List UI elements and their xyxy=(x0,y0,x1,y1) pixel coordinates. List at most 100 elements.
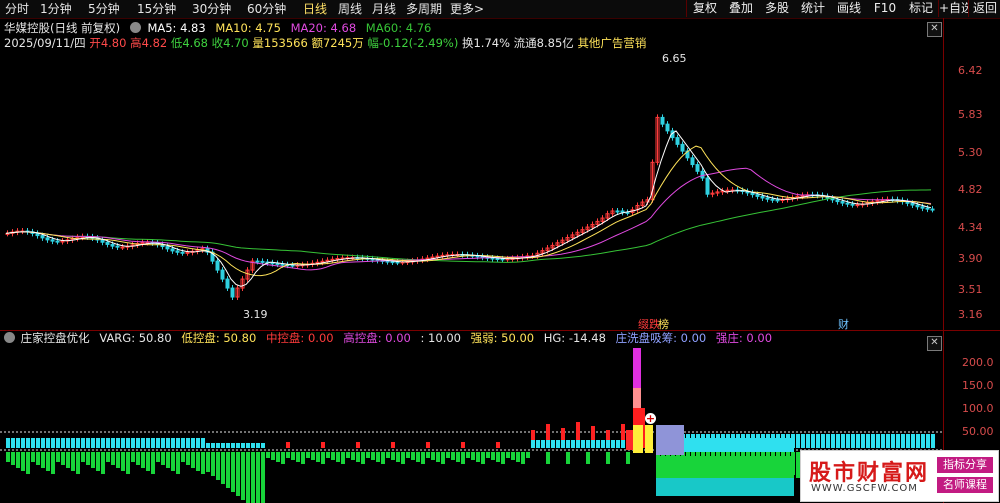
indicator-bar-down xyxy=(211,452,215,476)
price-tick: 3.90 xyxy=(958,252,983,265)
candle-body xyxy=(855,204,860,207)
indicator-bar-down xyxy=(161,452,165,465)
indicator-bar-down xyxy=(71,452,75,471)
candle-body xyxy=(40,235,45,239)
indicator-bar-up xyxy=(581,440,585,448)
indicator-bar-down xyxy=(346,452,350,458)
event-tag-c[interactable]: 财 xyxy=(838,316,849,332)
candle-body xyxy=(100,239,105,243)
event-tag-a[interactable]: 缀跌 xyxy=(638,316,660,332)
candle-body xyxy=(185,251,190,254)
candle-body xyxy=(175,250,180,253)
indicator-bar-up xyxy=(586,440,590,448)
indicator-bar-up xyxy=(561,440,565,448)
watermark-tag-courses: 名师课程 xyxy=(937,477,993,493)
indicator-bar-up xyxy=(261,443,265,448)
watermark-logo: 股市财富网 WWW.GSCFW.COM 指标分享 名师课程 xyxy=(800,450,999,502)
indicator-bar-down xyxy=(96,452,100,471)
event-tag-b[interactable]: 榜 xyxy=(658,316,669,332)
indicator-bar-red xyxy=(561,428,565,440)
indicator-bar-up xyxy=(816,434,820,448)
indicator-bar-up xyxy=(81,438,85,448)
indicator-bar-down xyxy=(216,452,220,480)
indicator-bar-red xyxy=(621,424,625,440)
indicator-bar-up xyxy=(141,438,145,448)
indicator-bar-red xyxy=(321,442,325,448)
indicator-bar-up xyxy=(51,438,55,448)
indicator-bar-up xyxy=(171,438,175,448)
crosshair-marker-icon[interactable]: + xyxy=(645,413,656,424)
stack-lavender xyxy=(656,425,684,455)
indicator-bar-down xyxy=(356,452,360,462)
indicator-bar-up xyxy=(181,438,185,448)
price-tick: 5.30 xyxy=(958,146,983,159)
indicator-bar-up xyxy=(891,434,895,448)
candle-body xyxy=(500,258,505,261)
candle-body xyxy=(390,261,395,264)
indicator-bar-up xyxy=(231,443,235,448)
indicator-bar-down xyxy=(626,452,630,464)
indicator-bar-down xyxy=(391,452,395,460)
candle-body xyxy=(760,195,765,199)
indicator-bar-down xyxy=(106,452,110,462)
indicator-bar-down xyxy=(546,452,550,464)
indicator-bar-red xyxy=(286,442,290,448)
indicator-bar-up xyxy=(821,434,825,448)
indicator-bar-up xyxy=(866,434,870,448)
indicator-bar-up xyxy=(576,440,580,448)
indicator-bar-down xyxy=(396,452,400,462)
candle-body xyxy=(695,164,700,172)
indicator-bar-down xyxy=(196,452,200,471)
indicator-bar-red xyxy=(606,430,610,440)
indicator-bar-up xyxy=(886,434,890,448)
indicator-bar-down xyxy=(141,452,145,468)
indicator-bar-up xyxy=(121,438,125,448)
indicator-bar-up xyxy=(536,440,540,448)
indicator-bar-down xyxy=(176,452,180,474)
candle-body xyxy=(45,237,50,241)
indicator-bar-down xyxy=(251,452,255,503)
indicator-bar-up xyxy=(221,443,225,448)
price-chart[interactable] xyxy=(0,0,943,503)
indicator-bar-down xyxy=(91,452,95,468)
indicator-bar-down xyxy=(11,452,15,465)
indicator-bar-down xyxy=(411,452,415,460)
indicator-bar-down xyxy=(266,452,270,458)
indicator-bar-down xyxy=(376,452,380,462)
indicator-bar-up xyxy=(621,440,625,448)
indicator-bar-up xyxy=(871,434,875,448)
price-tick: 3.16 xyxy=(958,308,983,321)
indicator-bar-up xyxy=(856,434,860,448)
stack-cyan xyxy=(684,438,794,452)
indicator-bar-down xyxy=(231,452,235,492)
indicator-bar-down xyxy=(236,452,240,496)
candle-body xyxy=(165,246,170,250)
indicator-bar-up xyxy=(846,434,850,448)
indicator-bar-up xyxy=(826,434,830,448)
candle-body xyxy=(215,260,220,271)
indicator-bar-down xyxy=(21,452,25,471)
candle-body xyxy=(845,202,850,205)
candle-body xyxy=(110,243,115,247)
indicator-bar-down xyxy=(51,452,55,474)
candle-body xyxy=(290,264,295,267)
indicator-bar-down xyxy=(221,452,225,484)
indicator-bar-down xyxy=(586,452,590,464)
back-button[interactable]: 返回 xyxy=(968,0,1000,17)
indicator-bar-up xyxy=(116,438,120,448)
indicator-bar-up xyxy=(206,443,210,448)
indicator-bar-down xyxy=(86,452,90,465)
indicator-bar-down xyxy=(46,452,50,471)
indicator-bar-down xyxy=(201,452,205,474)
indicator-bar-red xyxy=(356,442,360,448)
indicator-bar-up xyxy=(911,434,915,448)
indicator-bar-down xyxy=(436,452,440,462)
candle-body xyxy=(280,263,285,266)
indicator-bar-up xyxy=(531,440,535,448)
candle-body xyxy=(920,206,925,209)
indicator-bar-down xyxy=(241,452,245,500)
indicator-bar-up xyxy=(546,440,550,448)
indicator-bar-down xyxy=(406,452,410,458)
indicator-bar-down xyxy=(331,452,335,460)
indicator-tick: 50.00 xyxy=(962,425,994,438)
